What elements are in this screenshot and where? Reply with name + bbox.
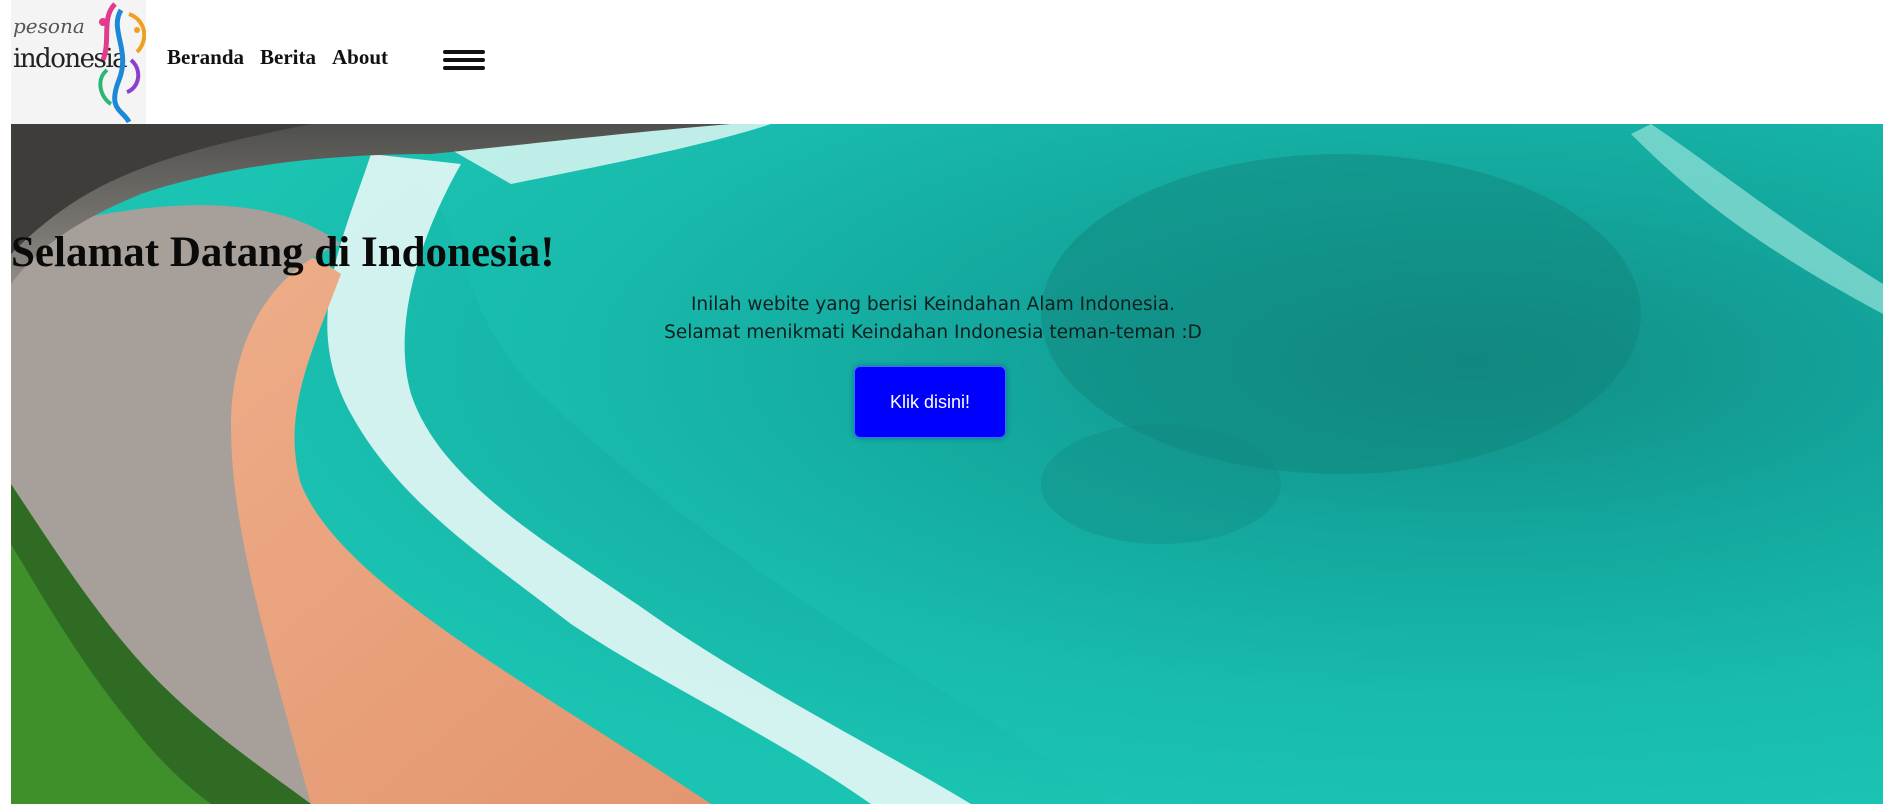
main-nav: Beranda Berita About (167, 45, 404, 70)
site-header: pesona indonesia Beranda Berita About (0, 0, 1888, 126)
logo-emblem-icon (98, 2, 146, 124)
nav-link-berita[interactable]: Berita (260, 45, 316, 70)
beach-background-image (11, 124, 1883, 804)
nav-link-about[interactable]: About (332, 45, 388, 70)
hero-subtitle-line2: Selamat menikmati Keindahan Indonesia te… (664, 322, 1202, 343)
hero-subtitle-line1: Inilah webite yang berisi Keindahan Alam… (690, 294, 1176, 315)
klik-disini-button[interactable]: Klik disini! (854, 366, 1006, 438)
hero-section: Selamat Datang di Indonesia! Inilah webi… (11, 124, 1883, 804)
hero-title: Selamat Datang di Indonesia! (11, 229, 555, 276)
nav-link-beranda[interactable]: Beranda (167, 45, 244, 70)
pesona-indonesia-logo[interactable]: pesona indonesia (11, 0, 146, 126)
hamburger-icon[interactable] (443, 50, 485, 72)
